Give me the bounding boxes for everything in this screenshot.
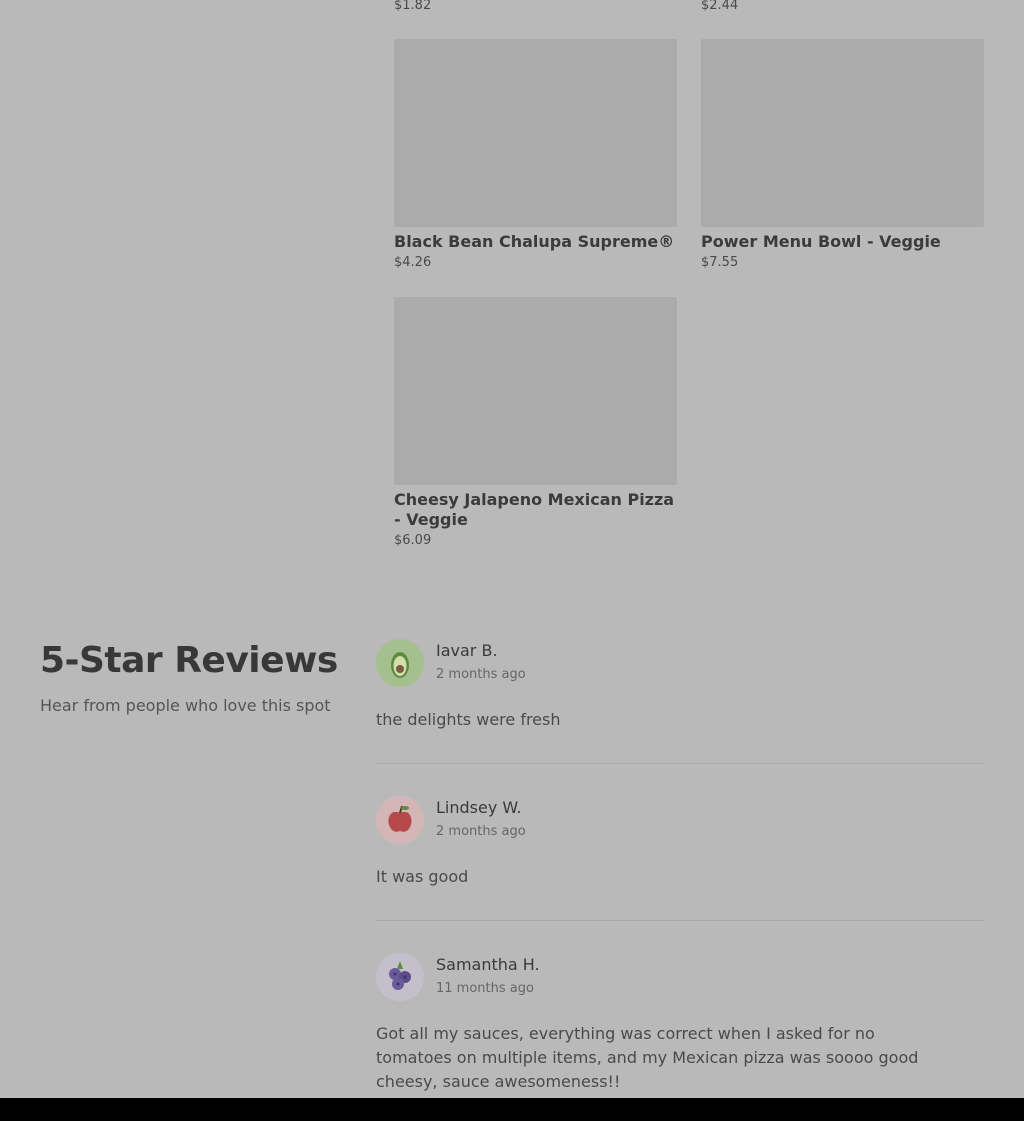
menu-item-card[interactable]: Black Bean Chalupa Supreme® $4.26 bbox=[394, 39, 677, 270]
blueberry-icon bbox=[376, 953, 424, 1001]
review-time: 2 months ago bbox=[436, 824, 526, 839]
menu-item-image[interactable] bbox=[701, 39, 984, 227]
reviews-title: 5-Star Reviews bbox=[40, 640, 338, 681]
menu-item-price: $6.09 bbox=[394, 533, 432, 548]
review-text: the delights were fresh bbox=[376, 710, 561, 729]
menu-item-price: $1.82 bbox=[394, 0, 432, 13]
review-text: It was good bbox=[376, 867, 469, 886]
menu-item-price: $7.55 bbox=[701, 255, 739, 270]
reviewer-name: Iavar B. bbox=[436, 641, 498, 660]
menu-item-image[interactable] bbox=[394, 297, 677, 485]
divider bbox=[376, 763, 984, 764]
avocado-icon bbox=[376, 639, 424, 687]
avatar bbox=[376, 796, 424, 844]
reviewer-name: Samantha H. bbox=[436, 955, 540, 974]
review-time: 11 months ago bbox=[436, 981, 534, 996]
menu-item-price: $4.26 bbox=[394, 255, 432, 270]
reviewer-name: Lindsey W. bbox=[436, 798, 522, 817]
review-time: 2 months ago bbox=[436, 667, 526, 682]
apple-icon bbox=[376, 796, 424, 844]
menu-item-price: $2.44 bbox=[701, 0, 739, 13]
menu-item-card[interactable]: Cheesy Jalapeno Mexican Pizza - Veggie $… bbox=[394, 297, 677, 548]
avatar bbox=[376, 639, 424, 687]
bottom-bar bbox=[0, 1098, 1024, 1121]
menu-item-image[interactable] bbox=[394, 39, 677, 227]
review-text: Got all my sauces, everything was correc… bbox=[376, 1024, 919, 1091]
menu-item-name: Cheesy Jalapeno Mexican Pizza - Veggie bbox=[394, 490, 675, 529]
menu-item-name: Black Bean Chalupa Supreme® bbox=[394, 232, 675, 251]
reviews-subtitle: Hear from people who love this spot bbox=[40, 696, 331, 715]
divider bbox=[376, 920, 984, 921]
menu-item-name: Power Menu Bowl - Veggie bbox=[701, 232, 941, 251]
avatar bbox=[376, 953, 424, 1001]
menu-item-card[interactable]: Power Menu Bowl - Veggie $7.55 bbox=[701, 39, 984, 270]
